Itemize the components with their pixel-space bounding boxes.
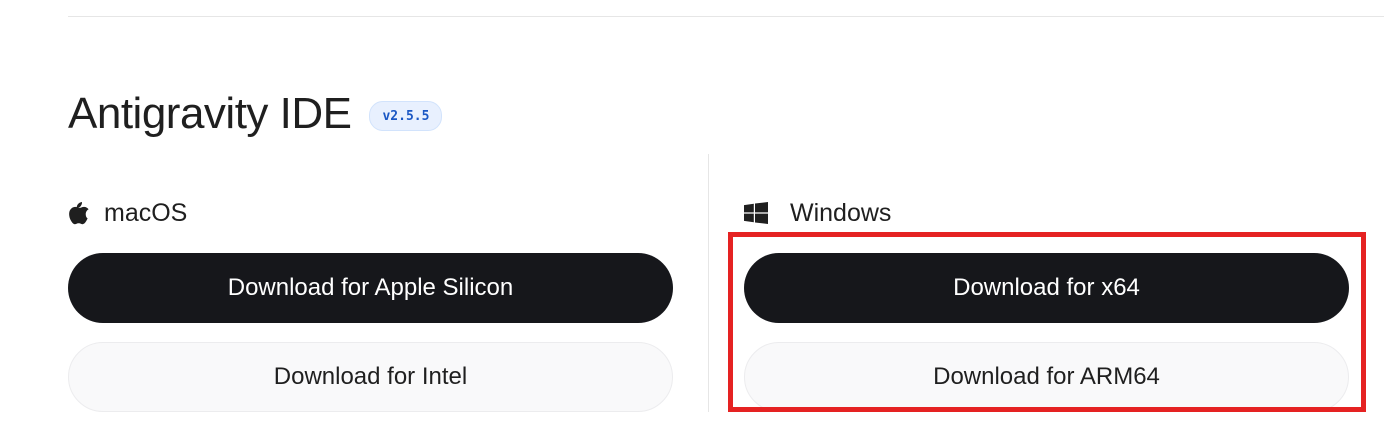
windows-label-row: Windows <box>744 196 1349 230</box>
macos-section: macOS Download for Apple Silicon Downloa… <box>68 196 673 412</box>
top-divider <box>68 16 1384 17</box>
version-badge: v2.5.5 <box>369 101 443 131</box>
column-divider <box>708 154 709 412</box>
product-header: Antigravity IDE v2.5.5 <box>68 86 443 142</box>
download-intel-button[interactable]: Download for Intel <box>68 342 673 412</box>
apple-icon <box>68 201 92 225</box>
download-apple-silicon-button[interactable]: Download for Apple Silicon <box>68 253 673 323</box>
download-page: Antigravity IDE v2.5.5 macOS Download fo… <box>0 0 1384 431</box>
macos-label-row: macOS <box>68 196 673 230</box>
product-title: Antigravity IDE <box>68 89 352 138</box>
windows-label: Windows <box>790 198 892 227</box>
windows-icon <box>744 201 768 225</box>
macos-label: macOS <box>104 198 188 227</box>
highlight-box <box>728 232 1366 412</box>
